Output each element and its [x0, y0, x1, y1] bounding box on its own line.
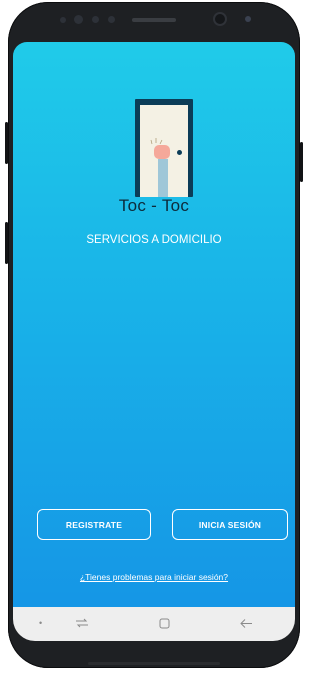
login-help-link[interactable]: ¿Tienes problemas para iniciar sesión?	[13, 572, 295, 582]
door-knob-icon	[177, 150, 182, 155]
knocking-fist-icon	[154, 145, 170, 159]
phone-bottom-bezel	[88, 662, 220, 665]
volume-button	[5, 122, 8, 164]
camera-lens-icon	[245, 16, 251, 22]
app-name: Toc - Toc	[118, 196, 190, 215]
ir-led-icon	[92, 16, 99, 23]
back-icon[interactable]	[239, 618, 253, 629]
home-icon[interactable]	[159, 618, 170, 629]
front-camera-icon	[215, 14, 225, 24]
app-screen: Toc - Toc SERVICIOS A DOMICILIO REGISTRA…	[13, 42, 295, 607]
android-navbar: •	[13, 607, 295, 641]
register-button[interactable]: REGISTRATE	[37, 509, 151, 540]
bixby-button	[5, 222, 8, 264]
arm-sleeve	[158, 159, 168, 197]
earpiece-speaker	[132, 18, 176, 22]
login-button[interactable]: INICIA SESIÓN	[172, 509, 288, 540]
power-button	[300, 142, 303, 182]
iris-sensor-icon	[74, 15, 83, 24]
proximity-sensor-icon	[60, 17, 66, 23]
app-tagline: SERVICIOS A DOMICILIO	[86, 234, 222, 246]
door-logo-icon	[135, 99, 193, 197]
light-sensor-icon	[108, 16, 115, 23]
knock-lines-icon	[150, 138, 163, 145]
phone-top-bezel	[8, 2, 300, 42]
door-panel	[140, 105, 188, 197]
dot-icon: •	[39, 618, 43, 628]
phone-frame: Toc - Toc SERVICIOS A DOMICILIO REGISTRA…	[5, 2, 303, 668]
recent-apps-icon[interactable]	[75, 618, 89, 628]
